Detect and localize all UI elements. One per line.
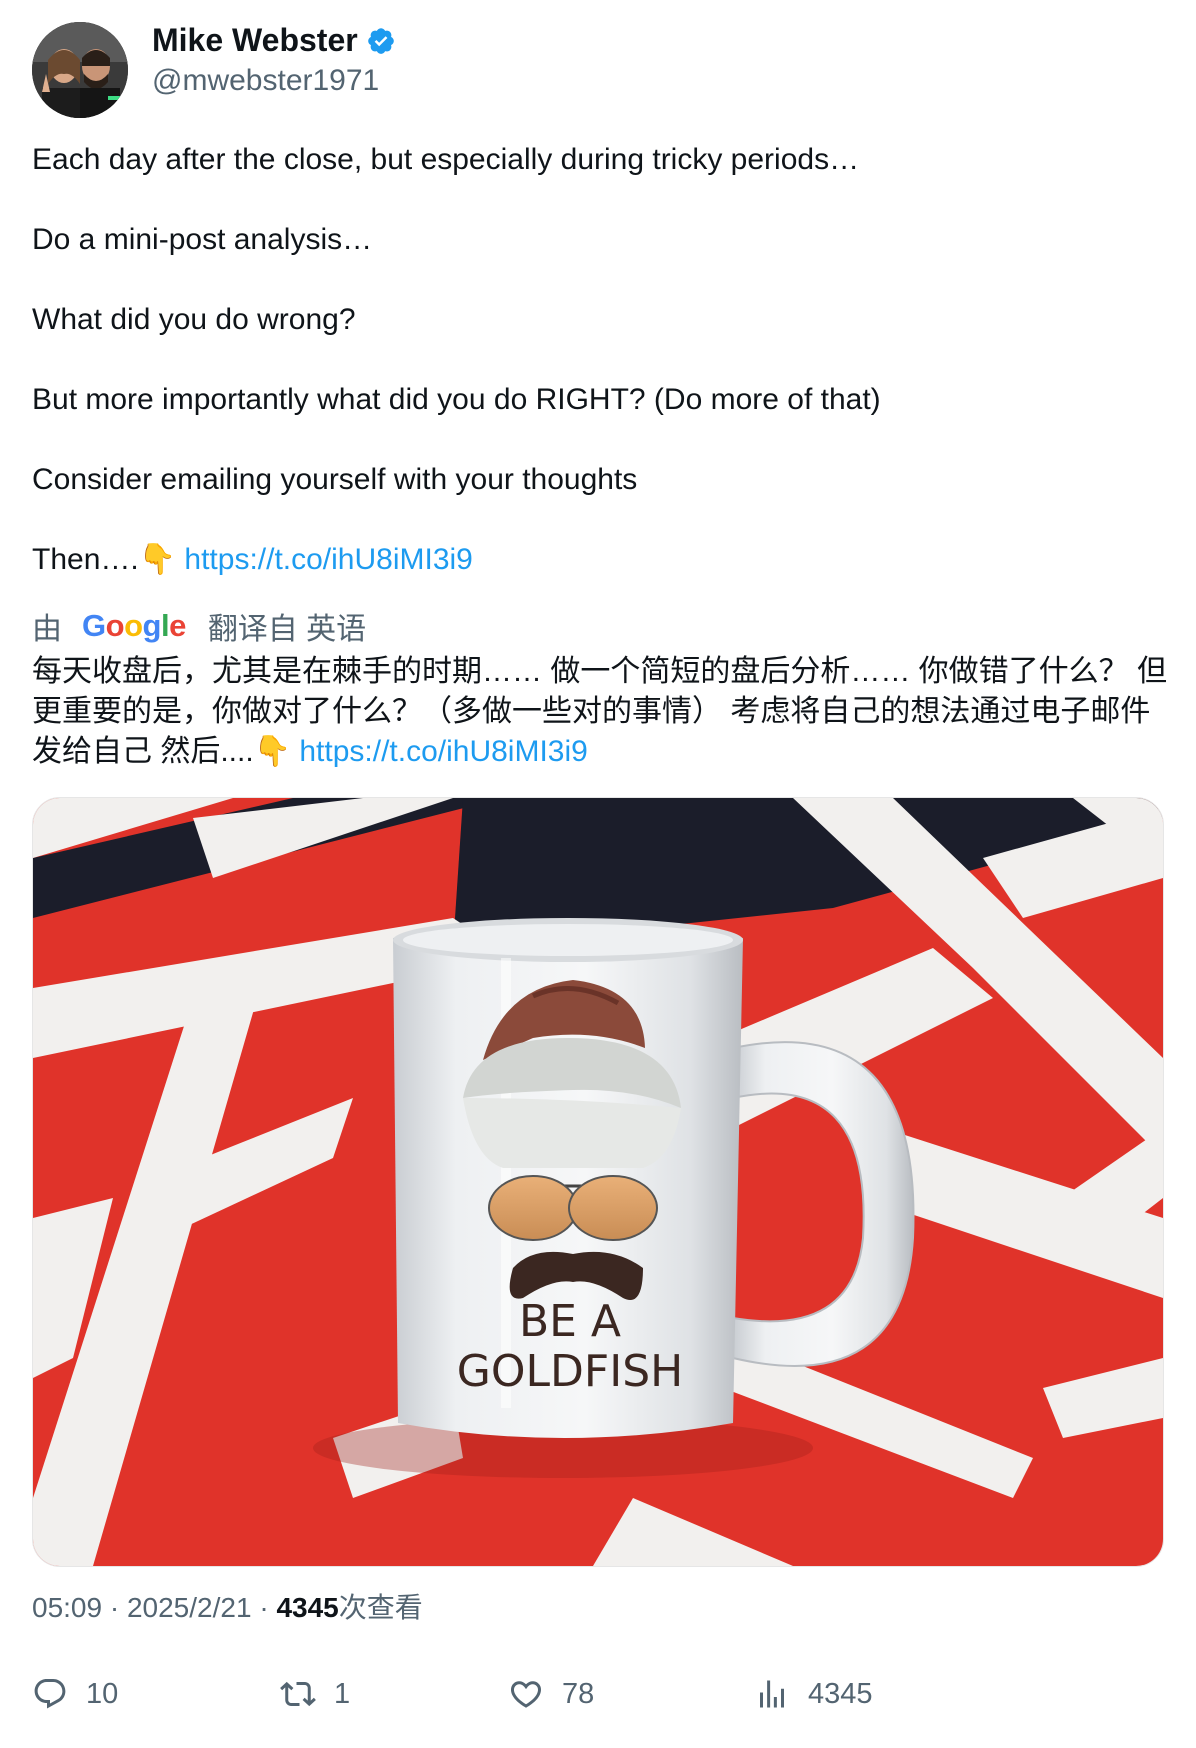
views-button[interactable]: 4345 [754,1676,873,1712]
tweet-line-prefix: Then….👇 [32,543,185,576]
retweet-icon [280,1681,316,1707]
author-name[interactable]: Mike Webster [152,22,358,59]
translation-from-label[interactable]: 翻译自 英语 [208,604,366,648]
tweet-line: But more importantly what did you do RIG… [32,383,881,416]
tweet-line: Consider emailing yourself with your tho… [32,463,638,496]
action-bar: 10 1 78 4345 [32,1676,1152,1720]
google-logo: Google [82,608,186,643]
tweet-line: What did you do wrong? [32,303,356,336]
author-handle[interactable]: @mwebster1971 [152,64,379,98]
tweet-line: Each day after the close, but especially… [32,143,860,176]
reply-icon [34,1679,66,1709]
mug-photo: BE A GOLDFISH [33,798,1163,1566]
translation-by-label: 由 [32,613,62,646]
views-count: 4345 [808,1677,873,1710]
like-button[interactable]: 78 [508,1676,594,1712]
analytics-icon [760,1680,784,1708]
mug-text-line1: BE A [519,1296,621,1347]
translated-text: 每天收盘后，尤其是在棘手的时期…… 做一个简短的盘后分析…… 你做错了什么？ 但… [32,652,1172,772]
like-count: 78 [562,1677,595,1710]
translated-body: 每天收盘后，尤其是在棘手的时期…… 做一个简短的盘后分析…… 你做错了什么？ 但… [32,655,1168,768]
tweet-line-last: Then….👇 https://t.co/ihU8iMI3i9 [32,540,1172,580]
translation-attribution: 由 Google 翻译自 英语 [32,604,366,648]
mug-text-line2: GOLDFISH [457,1346,683,1397]
reply-count: 10 [86,1677,119,1710]
tweet-photo[interactable]: BE A GOLDFISH [32,797,1164,1567]
views-label: 次查看 [338,1592,423,1623]
retweet-count: 1 [334,1677,351,1710]
view-count: 4345 [276,1592,339,1623]
reply-button[interactable]: 10 [32,1676,118,1712]
tweet-link[interactable]: https://t.co/ihU8iMI3i9 [184,543,472,576]
meta-separator: · [109,1592,120,1623]
tweet-body: Each day after the close, but especially… [32,140,1172,580]
avatar[interactable] [32,22,128,118]
tweet-line: Do a mini-post analysis… [32,223,373,256]
translated-link[interactable]: https://t.co/ihU8iMI3i9 [299,735,587,768]
tweet-date[interactable]: 2025/2/21 [127,1592,252,1623]
heart-icon [510,1681,542,1708]
tweet-time[interactable]: 05:09 [32,1592,102,1623]
author-name-row[interactable]: Mike Webster [152,22,396,59]
meta-separator: · [259,1592,269,1623]
verified-badge-icon [366,26,396,56]
tweet-meta: 05:09 · 2025/2/21 · 4345次查看 [32,1586,423,1626]
retweet-button[interactable]: 1 [280,1676,350,1712]
